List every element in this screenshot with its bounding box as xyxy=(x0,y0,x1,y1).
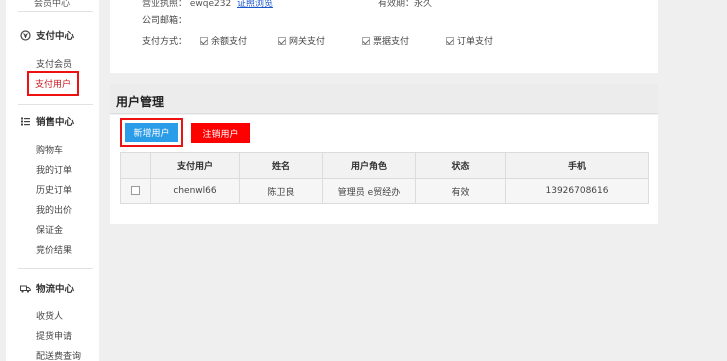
sidebar-heading-payment[interactable]: 支付中心 xyxy=(20,28,74,42)
sidebar-item-pickup-request[interactable]: 提货申请 xyxy=(36,329,72,342)
table-row[interactable]: chenwl66 陈卫良 管理员 e贸经办 有效 13926708616 xyxy=(120,178,649,204)
payment-option-label: 余额支付 xyxy=(211,37,248,47)
sidebar-heading-logistics[interactable]: 物流中心 xyxy=(20,281,74,295)
cell-status: 有效 xyxy=(415,178,506,204)
sidebar-heading-label: 支付中心 xyxy=(36,31,75,42)
sidebar: 会员中心 支付中心 支付会员 支付用户 销售中心 购物车 我的订单 历史订单 我… xyxy=(6,0,99,361)
checkbox[interactable] xyxy=(362,36,370,45)
checkbox[interactable] xyxy=(446,36,454,45)
sidebar-heading-label: 物流中心 xyxy=(36,284,75,295)
section-title: 用户管理 xyxy=(116,95,165,109)
truck-icon xyxy=(20,283,31,294)
company-info-panel: 营业执照： ewqe232 证照浏览 有效期：永久 公司邮箱： 支付方式： 余额… xyxy=(110,0,658,73)
sidebar-item-cart[interactable]: 购物车 xyxy=(36,143,63,156)
sidebar-divider xyxy=(18,104,93,105)
user-management-header: 用户管理 xyxy=(110,84,658,114)
payment-method-label: 支付方式： xyxy=(142,37,188,47)
user-table: 支付用户 姓名 用户角色 状态 手机 chenwl66 陈卫良 管理员 e贸经办… xyxy=(120,152,649,204)
header-phone: 手机 xyxy=(505,152,649,179)
payment-circle-icon xyxy=(20,29,31,41)
header-checkbox-cell xyxy=(120,152,151,179)
payment-option-gateway[interactable]: 网关支付 xyxy=(278,34,325,47)
checkbox[interactable] xyxy=(278,36,286,45)
payment-option-balance[interactable]: 余额支付 xyxy=(200,34,247,47)
sidebar-item-my-bids[interactable]: 我的出价 xyxy=(36,203,72,216)
header-pay-user: 支付用户 xyxy=(150,152,240,179)
sidebar-item-history-orders[interactable]: 历史订单 xyxy=(36,183,72,196)
company-email-label: 公司邮箱： xyxy=(142,16,188,26)
license-view-link[interactable]: 证照浏览 xyxy=(237,0,273,9)
checkbox[interactable] xyxy=(200,36,208,45)
sidebar-item-pay-user[interactable]: 支付用户 xyxy=(27,71,80,96)
list-icon xyxy=(20,116,31,127)
license-value: ewqe232 xyxy=(189,0,232,9)
cell-pay-user: chenwl66 xyxy=(150,178,240,204)
sidebar-item-pay-member[interactable]: 支付会员 xyxy=(36,57,72,70)
cancel-user-button[interactable]: 注销用户 xyxy=(191,123,250,143)
license-row: 营业执照： ewqe232 证照浏览 xyxy=(142,0,273,9)
user-management-panel: 新增用户 注销用户 支付用户 姓名 用户角色 状态 手机 chenwl66 陈卫… xyxy=(110,115,658,224)
sidebar-item-consignee[interactable]: 收货人 xyxy=(36,309,63,322)
payment-option-bill[interactable]: 票据支付 xyxy=(362,34,409,47)
header-role: 用户角色 xyxy=(322,152,416,179)
sidebar-item-deposit[interactable]: 保证金 xyxy=(36,223,63,236)
validity-text: 有效期：永久 xyxy=(378,0,433,9)
sidebar-cut-text: 会员中心 xyxy=(34,0,71,9)
sidebar-heading-label: 销售中心 xyxy=(36,117,75,128)
sidebar-item-bid-results[interactable]: 竞价结果 xyxy=(36,243,72,256)
sidebar-divider xyxy=(18,268,93,269)
header-name: 姓名 xyxy=(239,152,323,179)
payment-option-order[interactable]: 订单支付 xyxy=(446,34,493,47)
payment-option-label: 网关支付 xyxy=(289,37,326,47)
sidebar-item-shipping-fee[interactable]: 配送费查询 xyxy=(36,349,81,361)
cell-phone: 13926708616 xyxy=(505,178,649,204)
header-status: 状态 xyxy=(415,152,506,179)
table-header-row: 支付用户 姓名 用户角色 状态 手机 xyxy=(120,152,649,179)
add-user-button[interactable]: 新增用户 xyxy=(125,123,178,142)
sidebar-heading-sales[interactable]: 销售中心 xyxy=(20,114,74,128)
cell-name: 陈卫良 xyxy=(239,178,323,204)
row-checkbox-cell xyxy=(120,178,151,204)
cell-role: 管理员 e贸经办 xyxy=(322,178,416,204)
payment-option-label: 订单支付 xyxy=(457,37,494,47)
add-button-highlight: 新增用户 xyxy=(120,118,183,147)
sidebar-item-my-orders[interactable]: 我的订单 xyxy=(36,163,72,176)
license-label: 营业执照： xyxy=(142,0,188,9)
payment-option-label: 票据支付 xyxy=(373,37,410,47)
row-checkbox[interactable] xyxy=(131,186,140,195)
sidebar-divider xyxy=(18,11,93,12)
